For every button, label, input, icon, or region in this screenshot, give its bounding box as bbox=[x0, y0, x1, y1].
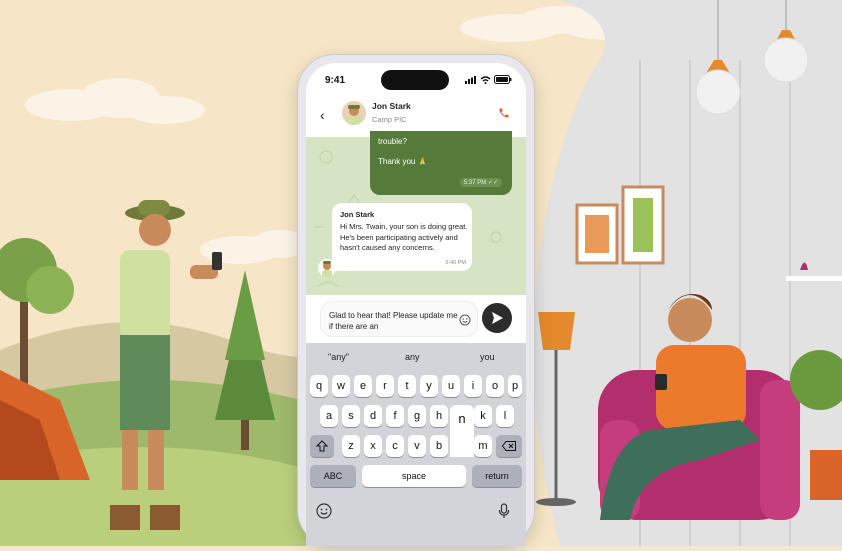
signal-icon bbox=[465, 75, 476, 84]
emoji-keyboard-icon[interactable] bbox=[316, 503, 332, 519]
suggestion-3[interactable]: you bbox=[480, 352, 495, 362]
shift-icon bbox=[316, 440, 328, 452]
key-g[interactable]: g bbox=[408, 405, 426, 427]
key-h[interactable]: h bbox=[430, 405, 448, 427]
key-c[interactable]: c bbox=[386, 435, 404, 457]
incoming-message[interactable]: Jon Stark Hi Mrs. Twain, your son is doi… bbox=[332, 203, 472, 271]
wifi-icon bbox=[480, 75, 491, 84]
abc-key[interactable]: ABC bbox=[310, 465, 356, 487]
battery-icon bbox=[494, 75, 512, 84]
outgoing-time-text: 5:37 PM bbox=[463, 180, 487, 186]
outgoing-message-time: 5:37 PM ✓✓ bbox=[459, 178, 502, 187]
space-key[interactable]: space bbox=[362, 465, 466, 487]
suggestion-bar: "any" any you bbox=[306, 343, 526, 369]
key-t[interactable]: t bbox=[398, 375, 416, 397]
message-input[interactable]: Glad to hear that! Please update me if t… bbox=[320, 301, 478, 337]
send-icon bbox=[492, 312, 503, 324]
key-r[interactable]: r bbox=[376, 375, 394, 397]
status-bar: 9:41 bbox=[306, 63, 526, 93]
phone-screen: 9:41 ‹ Jon Stark Camp PIC trouble? Thank… bbox=[306, 63, 526, 546]
backspace-icon bbox=[502, 441, 516, 451]
status-time: 9:41 bbox=[325, 75, 346, 86]
shift-key[interactable] bbox=[310, 435, 334, 457]
return-key[interactable]: return bbox=[472, 465, 522, 487]
key-u[interactable]: u bbox=[442, 375, 460, 397]
key-x[interactable]: x bbox=[364, 435, 382, 457]
key-p[interactable]: p bbox=[508, 375, 522, 397]
key-s[interactable]: s bbox=[342, 405, 360, 427]
phone-call-icon[interactable] bbox=[498, 107, 510, 119]
phone-mockup: 9:41 ‹ Jon Stark Camp PIC trouble? Thank… bbox=[298, 55, 534, 546]
outgoing-message-line1: trouble? bbox=[378, 137, 407, 146]
key-z[interactable]: z bbox=[342, 435, 360, 457]
key-press-popup: n bbox=[450, 405, 474, 457]
avatar-art bbox=[347, 105, 361, 125]
incoming-message-time: 5:40 PM bbox=[445, 260, 466, 266]
contact-role: Camp PIC bbox=[372, 115, 407, 124]
key-d[interactable]: d bbox=[364, 405, 382, 427]
key-o[interactable]: o bbox=[486, 375, 504, 397]
back-icon[interactable]: ‹ bbox=[320, 107, 325, 123]
contact-name: Jon Stark bbox=[372, 101, 411, 111]
key-a[interactable]: a bbox=[320, 405, 338, 427]
key-v[interactable]: v bbox=[408, 435, 426, 457]
sender-avatar-art bbox=[322, 261, 332, 277]
contact-avatar[interactable] bbox=[342, 101, 366, 125]
key-w[interactable]: w bbox=[332, 375, 350, 397]
incoming-message-text: Hi Mrs. Twain, your son is doing great. … bbox=[340, 222, 468, 252]
key-f[interactable]: f bbox=[386, 405, 404, 427]
key-q[interactable]: q bbox=[310, 375, 328, 397]
sender-avatar bbox=[318, 259, 336, 277]
read-check-icon: ✓✓ bbox=[487, 180, 498, 186]
suggestion-2[interactable]: any bbox=[405, 352, 420, 362]
message-composer: Glad to hear that! Please update me if t… bbox=[306, 295, 526, 343]
emoji-icon[interactable] bbox=[459, 314, 471, 326]
key-y[interactable]: y bbox=[420, 375, 438, 397]
key-m[interactable]: m bbox=[474, 435, 492, 457]
incoming-message-sender: Jon Stark bbox=[340, 210, 375, 219]
microphone-icon[interactable] bbox=[498, 503, 510, 519]
message-input-text: Glad to hear that! Please update me if t… bbox=[329, 311, 458, 331]
key-k[interactable]: k bbox=[474, 405, 492, 427]
backspace-key[interactable] bbox=[496, 435, 522, 457]
key-e[interactable]: e bbox=[354, 375, 372, 397]
outgoing-message-line2: Thank you 🙏 bbox=[378, 157, 428, 166]
keyboard: "any" any you q w e r t y u i o p a s d … bbox=[306, 343, 526, 546]
status-icons bbox=[465, 75, 512, 84]
dynamic-island bbox=[381, 70, 449, 90]
key-b[interactable]: b bbox=[430, 435, 448, 457]
send-button[interactable] bbox=[482, 303, 512, 333]
key-i[interactable]: i bbox=[464, 375, 482, 397]
suggestion-1[interactable]: "any" bbox=[328, 352, 349, 362]
outgoing-message[interactable]: trouble? Thank you 🙏 5:37 PM ✓✓ bbox=[370, 131, 512, 195]
key-l[interactable]: l bbox=[496, 405, 514, 427]
